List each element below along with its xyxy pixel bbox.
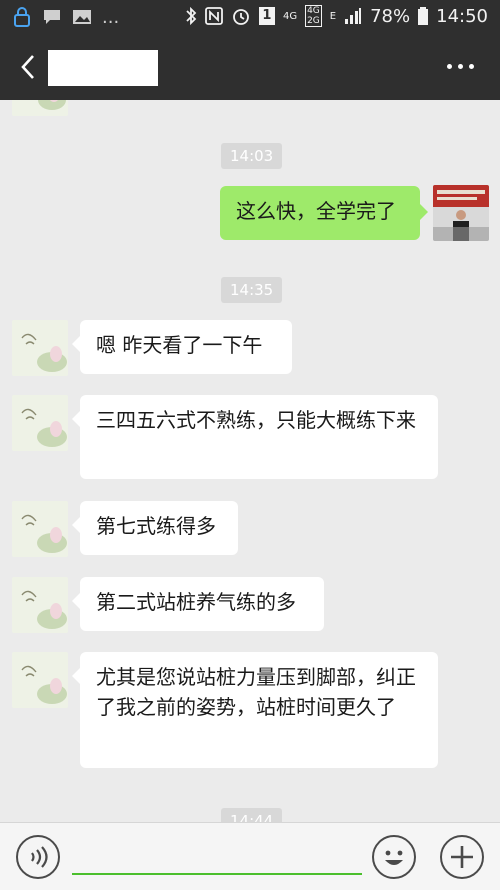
- lotus-avatar-icon: [12, 100, 68, 116]
- status-bar: ... 1 4G 4G 2G E 78% 14:50: [0, 0, 500, 34]
- nfc-icon: [205, 7, 223, 25]
- more-dot-icon: [469, 64, 474, 69]
- contact-avatar[interactable]: [12, 395, 68, 451]
- my-avatar[interactable]: [433, 185, 489, 241]
- more-options-button[interactable]: [447, 64, 474, 69]
- timestamp-label: 14:03: [221, 143, 283, 169]
- network-type-label: 4G: [282, 10, 298, 22]
- chat-message-list[interactable]: 14:03 这么快，全学完了 14:35 嗯 昨天看了一下午 三四五六式不熟练，…: [0, 100, 500, 822]
- outgoing-message-bubble[interactable]: 这么快，全学完了: [220, 186, 428, 240]
- contact-avatar[interactable]: [12, 320, 68, 376]
- status-time: 14:50: [436, 5, 488, 27]
- plus-icon: [451, 846, 473, 868]
- voice-icon: [31, 846, 48, 868]
- incoming-message-bubble[interactable]: 嗯 昨天看了一下午: [72, 320, 292, 374]
- user-photo-avatar-icon: [433, 185, 489, 241]
- contact-avatar[interactable]: [12, 501, 68, 557]
- status-notifications: ...: [12, 6, 119, 28]
- contact-avatar[interactable]: [12, 652, 68, 708]
- timestamp-label: 14:44: [221, 808, 283, 822]
- emoji-button[interactable]: [372, 835, 416, 879]
- lotus-avatar-icon: [12, 577, 68, 633]
- battery-icon: [418, 7, 429, 25]
- emoji-icon: [385, 850, 403, 865]
- lotus-avatar-icon: [12, 395, 68, 451]
- timestamp-label: 14:35: [221, 277, 283, 303]
- dual-network-badge: 4G 2G: [305, 5, 322, 27]
- incoming-message-bubble[interactable]: 尤其是您说站桩力量压到脚部，纠正了我之前的姿势，站桩时间更久了: [72, 652, 438, 768]
- more-dot-icon: [447, 64, 452, 69]
- image-notification-icon: [73, 10, 91, 24]
- lock-notification-icon: [14, 7, 30, 27]
- edge-label: E: [329, 10, 337, 22]
- chevron-left-icon: [21, 55, 34, 79]
- message-notification-icon: [44, 10, 60, 24]
- back-button[interactable]: [16, 52, 42, 82]
- message-input-bar: [0, 822, 500, 890]
- contact-avatar[interactable]: [12, 577, 68, 633]
- battery-percent: 78%: [370, 5, 411, 27]
- more-notifications-text: ...: [102, 6, 120, 28]
- bluetooth-icon: [186, 6, 197, 26]
- network-2g-label: 2G: [307, 16, 320, 26]
- incoming-message-bubble[interactable]: 三四五六式不熟练，只能大概练下来: [72, 395, 438, 479]
- lotus-avatar-icon: [12, 501, 68, 557]
- lotus-avatar-icon: [12, 652, 68, 708]
- network-4g-label: 4G: [307, 6, 320, 16]
- chat-title: [48, 50, 158, 86]
- lotus-avatar-icon: [12, 320, 68, 376]
- signal-icon: [345, 8, 362, 24]
- chat-header: [0, 34, 500, 100]
- incoming-message-bubble[interactable]: 第二式站桩养气练的多: [72, 577, 324, 631]
- incoming-message-bubble[interactable]: 第七式练得多: [72, 501, 238, 555]
- alarm-icon: [233, 9, 249, 25]
- more-dot-icon: [458, 64, 463, 69]
- add-more-button[interactable]: [440, 835, 484, 879]
- voice-input-button[interactable]: [16, 835, 60, 879]
- status-indicators: 1 4G 4G 2G E 78% 14:50: [185, 5, 488, 27]
- sim-badge: 1: [258, 7, 275, 25]
- message-text-input[interactable]: [72, 873, 362, 875]
- contact-avatar[interactable]: [12, 100, 68, 116]
